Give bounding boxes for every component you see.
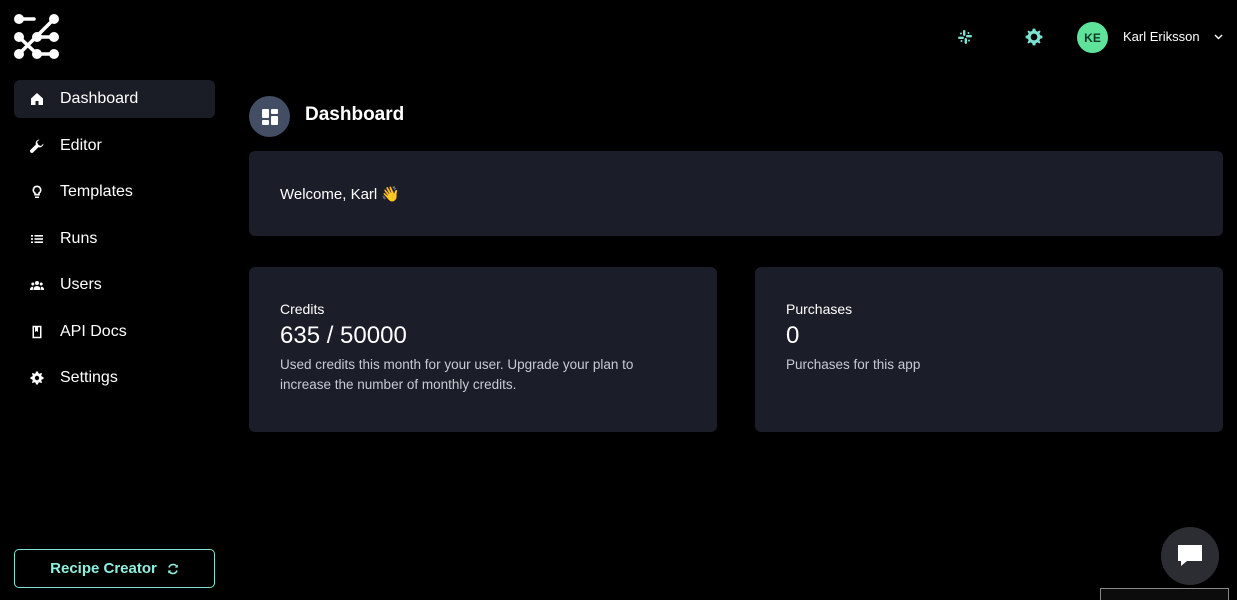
purchases-card: Purchases 0 Purchases for this app [755,267,1223,432]
home-icon [30,92,44,106]
recipe-creator-label: Recipe Creator [50,560,157,577]
refresh-icon [168,563,178,574]
gear-icon [30,371,44,385]
recipe-creator-button[interactable]: Recipe Creator [14,549,215,588]
chevron-down-icon[interactable] [1213,31,1224,42]
welcome-card: Welcome, Karl 👋 [249,151,1223,236]
sidebar-item-label: Templates [60,183,133,200]
user-name[interactable]: Karl Eriksson [1123,29,1200,44]
sidebar-item-templates[interactable]: Templates [14,173,215,211]
wrench-icon [30,139,44,153]
sidebar-item-label: Dashboard [60,90,139,107]
list-icon [30,232,44,246]
credits-label: Credits [280,301,325,317]
settings-gear-icon[interactable] [1025,28,1043,46]
sidebar-item-label: Editor [60,136,102,154]
avatar[interactable]: KE [1077,22,1108,53]
sidebar-item-label: Settings [60,369,118,386]
credits-description: Used credits this month for your user. U… [280,357,634,392]
credits-card: Credits 635 / 50000 Used credits this mo… [249,267,717,432]
purchases-description: Purchases for this app [786,357,921,372]
app-root: Dashboard Editor Templates Runs Users AP… [0,0,1237,600]
sidebar-nav: Dashboard Editor Templates Runs Users AP… [14,80,215,406]
page-title: Dashboard [305,104,405,125]
sidebar-item-users[interactable]: Users [14,266,215,304]
sidebar-item-label: API Docs [60,322,127,340]
logo-icon[interactable] [12,12,62,62]
credits-value: 635 / 50000 [280,322,407,349]
chat-bubble-icon [1178,545,1202,566]
purchases-value: 0 [786,322,800,349]
slack-icon[interactable] [956,28,974,46]
sidebar-item-api-docs[interactable]: API Docs [14,313,215,351]
users-icon [30,278,44,292]
welcome-text: Welcome, Karl 👋 [280,186,401,203]
sidebar-item-runs[interactable]: Runs [14,220,215,258]
chat-button[interactable] [1161,527,1219,585]
purchases-label: Purchases [786,301,853,317]
sidebar-item-settings[interactable]: Settings [14,359,215,397]
window-thumbnail [1100,588,1229,600]
sidebar-item-label: Runs [60,229,98,247]
sidebar-item-dashboard[interactable]: Dashboard [14,80,215,118]
lightbulb-icon [30,185,44,199]
book-icon [30,325,44,339]
dashboard-icon [249,96,290,137]
sidebar-item-label: Users [60,276,102,293]
sidebar-item-editor[interactable]: Editor [14,127,215,165]
